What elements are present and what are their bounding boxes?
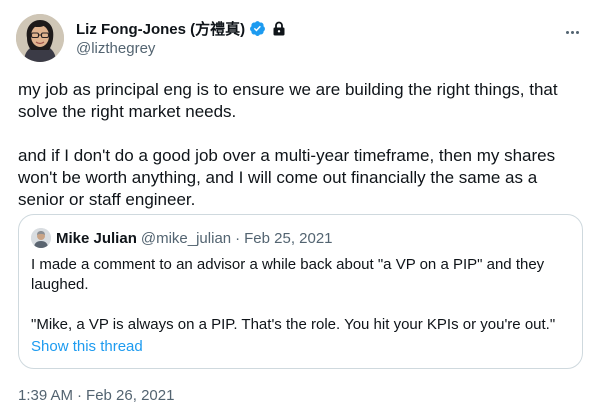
quoted-author-handle: @mike_julian	[140, 229, 232, 247]
more-dot	[565, 30, 569, 34]
timestamp-separator: ·	[77, 387, 83, 404]
more-options-icon[interactable]	[562, 22, 582, 42]
quoted-tweet-header: Mike Julian @mike_julian · Feb 25, 2021	[31, 228, 333, 248]
tweet-paragraph: my job as principal eng is to ensure we …	[18, 80, 558, 121]
tweet-paragraph: and if I don't do a good job over a mult…	[18, 146, 556, 209]
tweet-time: 1:39 AM	[18, 387, 74, 404]
author-display-name[interactable]: Liz Fong-Jones (方禮真)	[76, 18, 245, 39]
author-handle[interactable]: @lizthegrey	[76, 40, 155, 57]
tweet: Liz Fong-Jones (方禮真) @lizthegrey my job …	[0, 0, 600, 419]
author-avatar[interactable]	[16, 14, 64, 62]
verified-badge-icon	[249, 20, 266, 37]
show-thread-link[interactable]: Show this thread	[31, 338, 143, 355]
more-dot	[570, 30, 574, 34]
more-dot	[575, 30, 579, 34]
quoted-date: Feb 25, 2021	[244, 229, 333, 247]
quoted-author-name: Mike Julian	[56, 229, 137, 247]
lock-icon	[272, 21, 286, 36]
tweet-timestamp[interactable]: 1:39 AM · Feb 26, 2021	[18, 387, 174, 404]
quoted-author-avatar	[31, 228, 51, 248]
author-name-row: Liz Fong-Jones (方禮真)	[76, 18, 286, 38]
quoted-tweet-text: I made a comment to an advisor a while b…	[31, 255, 571, 335]
quoted-paragraph: "Mike, a VP is always on a PIP. That's t…	[31, 316, 556, 333]
quoted-paragraph: I made a comment to an advisor a while b…	[31, 256, 545, 293]
tweet-date: Feb 26, 2021	[86, 387, 175, 404]
tweet-text: my job as principal eng is to ensure we …	[18, 79, 584, 211]
quoted-tweet[interactable]: Mike Julian @mike_julian · Feb 25, 2021 …	[18, 214, 583, 369]
quoted-separator: ·	[235, 229, 241, 247]
